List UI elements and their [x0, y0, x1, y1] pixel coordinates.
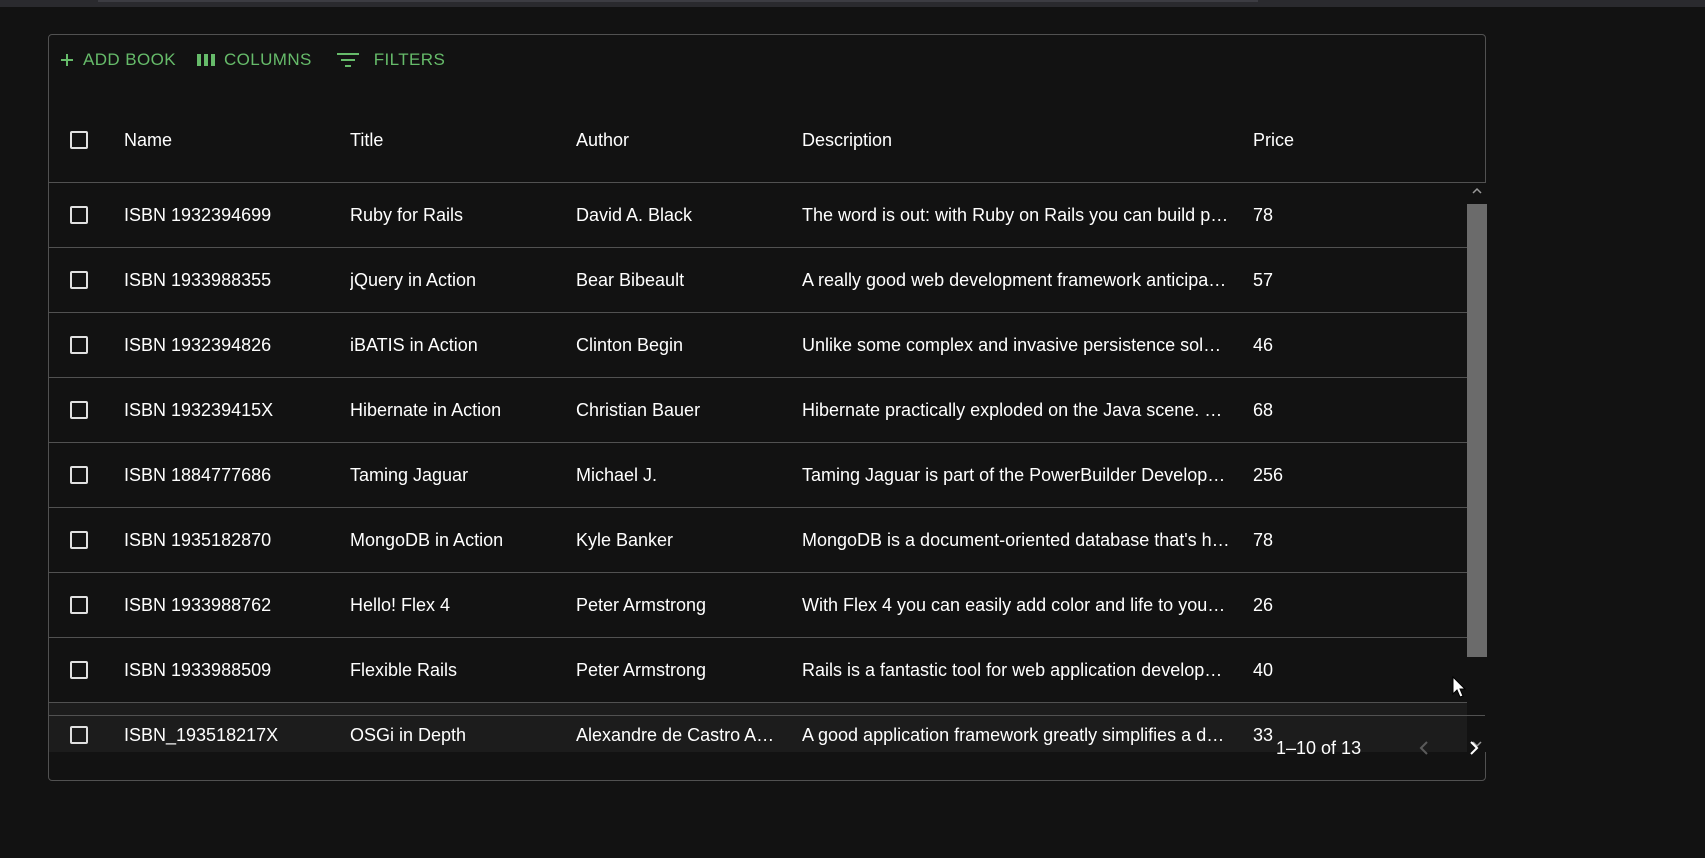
cell-name: ISBN 1935182870 — [124, 530, 272, 550]
cell-price: 26 — [1253, 595, 1274, 615]
select-all-checkbox[interactable] — [70, 131, 88, 149]
table-row[interactable]: ISBN 1932394826 iBATIS in Action Clinton… — [49, 313, 1467, 378]
row-checkbox[interactable] — [70, 271, 88, 289]
cell-description: Unlike some complex and invasive persist… — [802, 335, 1222, 355]
row-checkbox[interactable] — [70, 336, 88, 354]
grid-toolbar: ADD BOOK COLUMNS FILTERS — [49, 35, 1485, 85]
pagination-range: 1–10 of 13 — [1276, 738, 1362, 758]
cell-author: Peter Armstrong — [576, 595, 707, 615]
table-row[interactable]: ISBN 1935182870 MongoDB in Action Kyle B… — [49, 508, 1467, 573]
grid-body: ISBN 1932394699 Ruby for Rails David A. … — [49, 183, 1467, 752]
row-checkbox[interactable] — [70, 596, 88, 614]
table-row[interactable]: ISBN 193239415X Hibernate in Action Chri… — [49, 378, 1467, 443]
column-header-price[interactable]: Price — [1253, 97, 1353, 183]
cell-author: Kyle Banker — [576, 530, 674, 550]
cell-price: 256 — [1253, 465, 1284, 485]
columns-label: COLUMNS — [223, 50, 312, 69]
cell-price: 46 — [1253, 335, 1274, 355]
cell-description: Rails is a fantastic tool for web applic… — [802, 660, 1223, 680]
scrollbar-thumb[interactable] — [1467, 204, 1487, 657]
browser-top-bar — [0, 0, 1705, 7]
previous-page-button[interactable] — [1410, 734, 1438, 762]
cell-description: Taming Jaguar is part of the PowerBuilde… — [802, 465, 1226, 485]
columns-icon — [196, 54, 215, 66]
table-row[interactable]: ISBN 1933988762 Hello! Flex 4 Peter Arms… — [49, 573, 1467, 638]
scroll-up-arrow-icon[interactable] — [1471, 185, 1483, 197]
add-book-button[interactable]: ADD BOOK — [59, 50, 176, 70]
grid-footer: 1–10 of 13 — [49, 715, 1485, 781]
column-header-author[interactable]: Author — [576, 97, 786, 183]
cell-name: ISBN 1884777686 — [124, 465, 272, 485]
cell-author: Michael J. — [576, 465, 658, 485]
filters-label: FILTERS — [373, 50, 446, 69]
vertical-scrollbar[interactable] — [1467, 183, 1487, 752]
column-header-row: Name Title Author Description Price — [49, 97, 1485, 183]
column-header-description[interactable]: Description — [802, 97, 1232, 183]
columns-button[interactable]: COLUMNS — [196, 50, 312, 70]
table-row[interactable]: ISBN 1933988355 jQuery in Action Bear Bi… — [49, 248, 1467, 313]
books-data-grid: ADD BOOK COLUMNS FILTERS Name Title Auth… — [48, 34, 1487, 781]
cell-price: 57 — [1253, 270, 1274, 290]
cell-description: The word is out: with Ruby on Rails you … — [802, 205, 1229, 225]
cell-author: Clinton Begin — [576, 335, 684, 355]
filters-button[interactable]: FILTERS — [336, 50, 445, 70]
cell-price: 68 — [1253, 400, 1274, 420]
cell-author: David A. Black — [576, 205, 693, 225]
chevron-left-icon — [1419, 741, 1428, 755]
cell-name: ISBN 193239415X — [124, 400, 274, 420]
cell-description: With Flex 4 you can easily add color and… — [802, 595, 1226, 615]
cell-price: 40 — [1253, 660, 1274, 680]
table-row[interactable]: ISBN 1932394699 Ruby for Rails David A. … — [49, 183, 1467, 248]
row-checkbox[interactable] — [70, 531, 88, 549]
cell-description: A really good web development framework … — [802, 270, 1227, 290]
cell-title: MongoDB in Action — [350, 530, 504, 550]
cell-author: Peter Armstrong — [576, 660, 707, 680]
row-checkbox[interactable] — [70, 466, 88, 484]
top-bar-track — [98, 0, 1258, 2]
table-row[interactable]: ISBN 1933988509 Flexible Rails Peter Arm… — [49, 638, 1467, 703]
cell-author: Christian Bauer — [576, 400, 701, 420]
cell-price: 78 — [1253, 530, 1274, 550]
cell-name: ISBN 1932394699 — [124, 205, 272, 225]
row-checkbox[interactable] — [70, 206, 88, 224]
cell-title: Ruby for Rails — [350, 205, 464, 225]
cell-title: Hello! Flex 4 — [350, 595, 451, 615]
cell-title: Flexible Rails — [350, 660, 458, 680]
chevron-right-icon — [1470, 741, 1479, 755]
cell-description: Hibernate practically exploded on the Ja… — [802, 400, 1223, 420]
cell-name: ISBN 1933988509 — [124, 660, 272, 680]
column-header-title[interactable]: Title — [350, 97, 560, 183]
cell-title: iBATIS in Action — [350, 335, 478, 355]
cell-description: MongoDB is a document-oriented database … — [802, 530, 1230, 550]
cell-title: Hibernate in Action — [350, 400, 502, 420]
table-row[interactable]: ISBN 1884777686 Taming Jaguar Michael J.… — [49, 443, 1467, 508]
cell-price: 78 — [1253, 205, 1274, 225]
cell-name: ISBN 1933988355 — [124, 270, 272, 290]
cell-author: Bear Bibeault — [576, 270, 685, 290]
plus-icon — [61, 54, 73, 66]
filter-icon — [336, 53, 359, 67]
cell-name: ISBN 1932394826 — [124, 335, 272, 355]
cell-title: jQuery in Action — [350, 270, 477, 290]
cell-title: Taming Jaguar — [350, 465, 469, 485]
row-checkbox[interactable] — [70, 401, 88, 419]
add-book-label: ADD BOOK — [83, 50, 176, 69]
mouse-cursor-icon — [1452, 676, 1466, 698]
cell-name: ISBN 1933988762 — [124, 595, 272, 615]
column-header-name[interactable]: Name — [124, 97, 334, 183]
next-page-button[interactable] — [1460, 734, 1488, 762]
row-checkbox[interactable] — [70, 661, 88, 679]
